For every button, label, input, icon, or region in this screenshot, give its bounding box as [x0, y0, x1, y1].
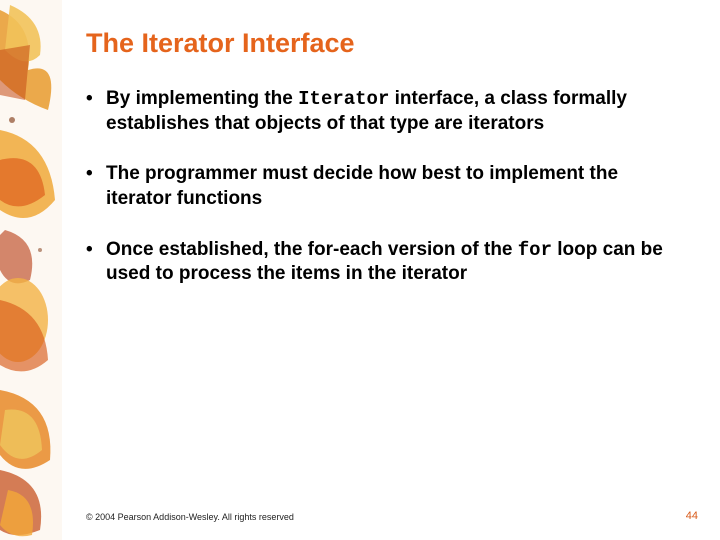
code-span: Iterator — [298, 88, 389, 110]
copyright-text: © 2004 Pearson Addison-Wesley. All right… — [86, 512, 294, 522]
bullet-item: The programmer must decide how best to i… — [86, 162, 680, 211]
bullet-list: By implementing the Iterator interface, … — [86, 87, 680, 287]
decorative-leaf-strip — [0, 0, 62, 540]
bullet-text-pre: The programmer must decide how best to i… — [106, 163, 618, 209]
bullet-text-pre: By implementing the — [106, 88, 298, 109]
slide-title: The Iterator Interface — [86, 28, 680, 59]
bullet-item: By implementing the Iterator interface, … — [86, 87, 680, 136]
bullet-item: Once established, the for-each version o… — [86, 238, 680, 287]
code-span: for — [518, 239, 552, 261]
bullet-text-pre: Once established, the for-each version o… — [106, 239, 518, 260]
page-number: 44 — [686, 510, 698, 522]
slide-content: The Iterator Interface By implementing t… — [86, 28, 680, 313]
